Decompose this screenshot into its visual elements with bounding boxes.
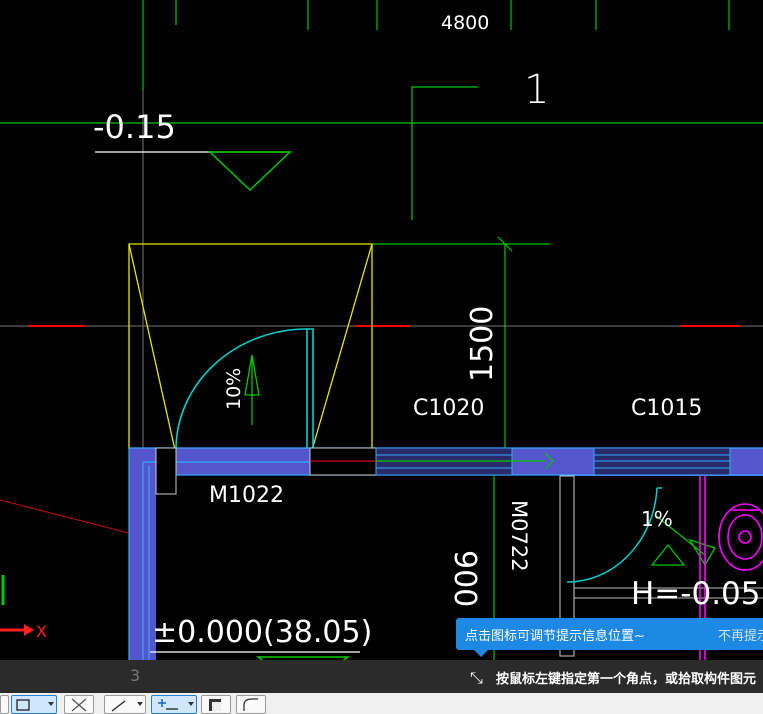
arc-icon [243, 698, 258, 711]
axis-lines [0, 0, 763, 660]
door-label-m1022: M1022 [209, 483, 284, 508]
copy-icon [209, 699, 221, 711]
tooltip-pointer [474, 650, 488, 657]
ucs-x-label: X [36, 622, 47, 641]
slope-label-left: 10% [223, 368, 245, 410]
dimension-4800: 4800 [441, 12, 489, 34]
delete-button[interactable] [64, 695, 94, 714]
crosshair-pick-icon: ⤡ [470, 668, 483, 687]
dimension-1500: 1500 [465, 306, 500, 382]
point-add-icon [158, 699, 178, 710]
draw-line-icon [111, 700, 126, 712]
window-label-c1015: C1015 [631, 396, 702, 421]
rectangle-select-icon [16, 699, 30, 711]
window-c1015 [593, 447, 731, 476]
slope-label-right: 1% [641, 507, 673, 531]
balcony-outline [128, 243, 373, 451]
red-leader-line [0, 499, 141, 537]
cad-canvas[interactable]: 4800 1 -0.15 1500 10% C1020 C1015 M1022 … [0, 0, 763, 660]
bottom-toolbar [0, 693, 763, 714]
elevation-label-h: H=-0.05 [631, 576, 761, 612]
ucs-icon [0, 575, 34, 636]
tooltip-message: 点击图标可调节提示信息位置~ [465, 628, 645, 644]
arc-button[interactable] [236, 695, 266, 714]
elevation-label-zero: ±0.000(38.05) [152, 615, 372, 650]
slope-arrow-left [244, 354, 260, 425]
rectangle-select-button[interactable] [11, 695, 57, 714]
copy-button[interactable] [201, 695, 231, 714]
door-swing-m0722 [566, 487, 662, 583]
command-prompt: 按鼠标左键指定第一个角点，或拾取构件图元 [496, 672, 757, 687]
elevation-triangle [208, 151, 292, 192]
delete-icon [71, 698, 87, 712]
elevation-label-top: -0.15 [93, 108, 176, 146]
ghost-label-3: 3 [130, 666, 141, 685]
tooltip-dismiss-link[interactable]: 不再提示 [718, 625, 763, 644]
select-button[interactable] [0, 695, 9, 714]
door-label-m0722: M0722 [507, 500, 531, 572]
command-bar: 3 ⤡ 按鼠标左键指定第一个角点，或拾取构件图元 [0, 660, 763, 693]
axis-label-1: 1 [524, 67, 549, 113]
hint-tooltip[interactable]: 点击图标可调节提示信息位置~ 不再提示 [456, 618, 763, 657]
window-label-c1020: C1020 [413, 396, 484, 421]
point-add-button[interactable] [151, 695, 197, 714]
draw-line-button[interactable] [104, 695, 146, 714]
dimension-900: 900 [447, 550, 482, 607]
